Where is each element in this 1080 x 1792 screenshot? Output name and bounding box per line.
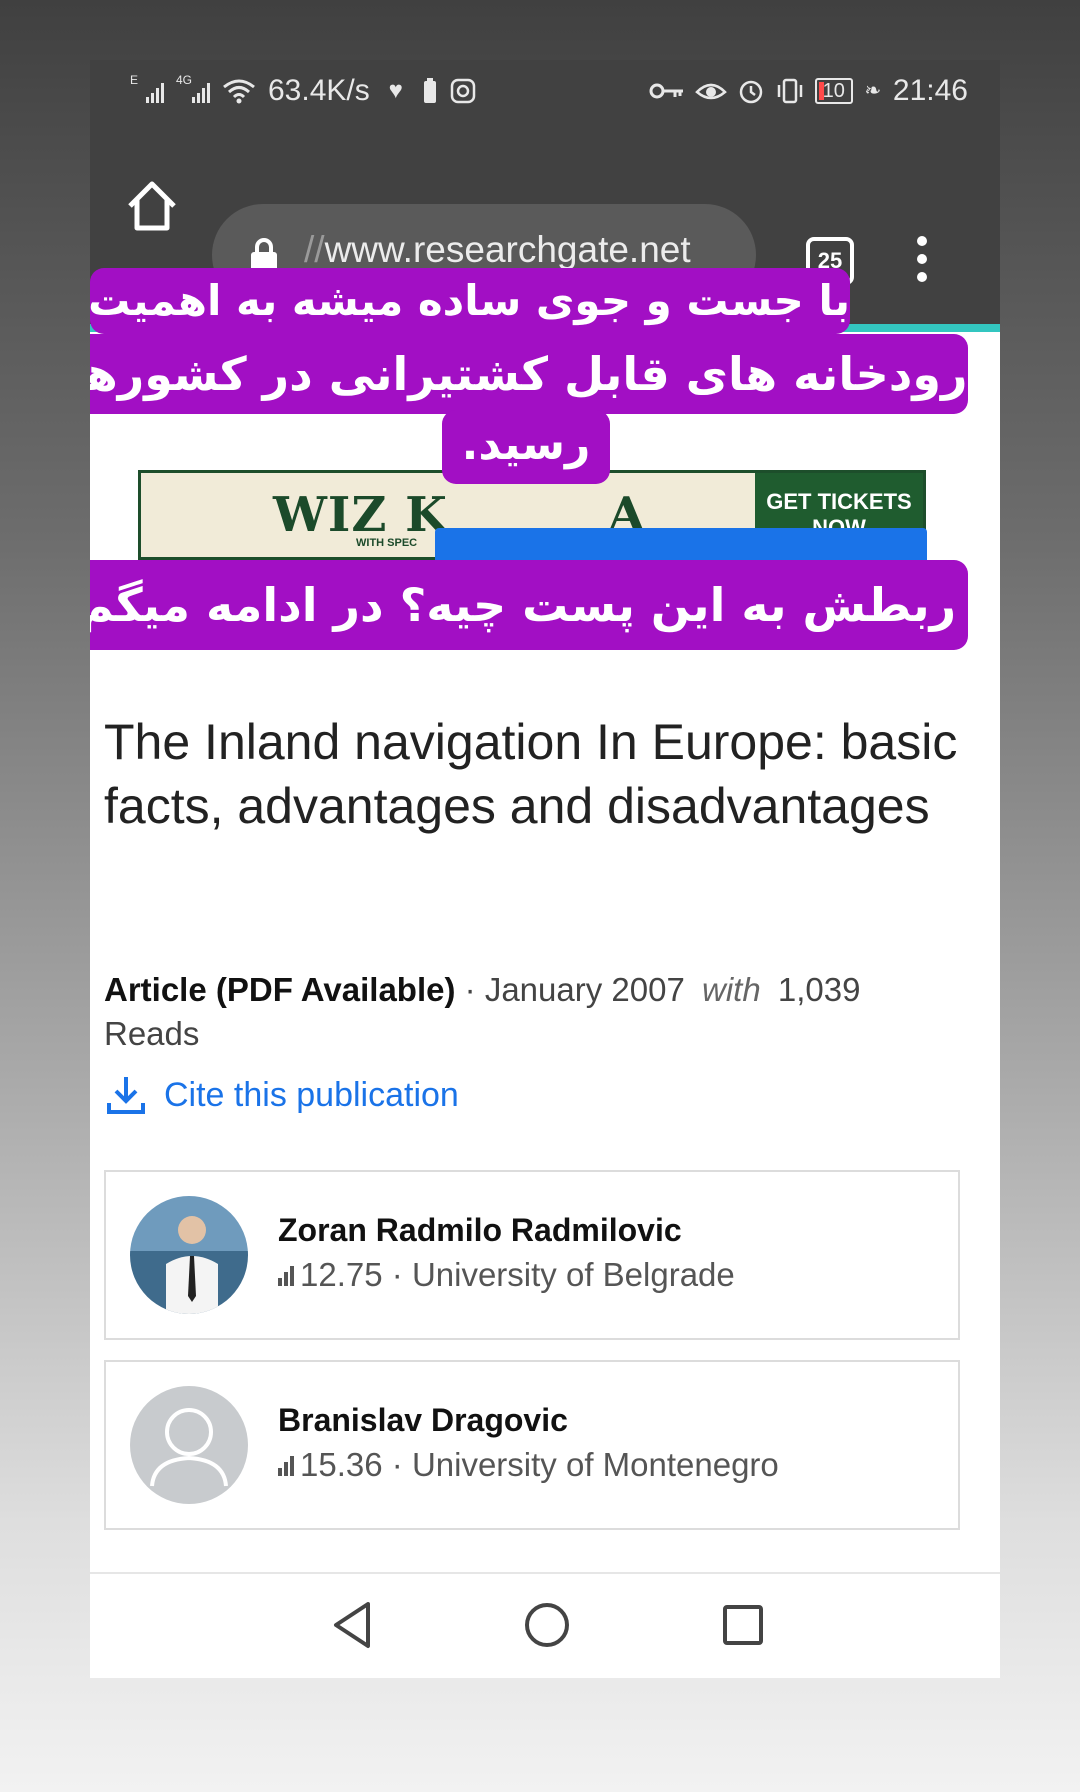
vibrate-icon <box>777 78 802 104</box>
ad-subtext: WITH SPEC <box>356 537 418 549</box>
battery-saver-icon <box>423 78 436 103</box>
url-prefix: // <box>304 229 325 270</box>
author-stats: 12.75 · University of Belgrade <box>278 1256 735 1294</box>
overlay-caption-line3: رسید. <box>442 410 610 484</box>
overlay-caption-line4: ربطش به این پست چیه؟ در ادامه میگم <box>90 560 968 650</box>
signal-icon: 4G <box>176 73 210 105</box>
leaf-icon: ❧ <box>864 80 882 102</box>
author-score: 15.36 <box>300 1446 383 1483</box>
lock-icon <box>251 238 277 271</box>
avatar <box>130 1196 248 1314</box>
with-label: with <box>701 971 761 1008</box>
download-icon <box>107 1077 145 1114</box>
signal-icon: E <box>130 73 164 105</box>
meta-separator: · <box>464 971 476 1008</box>
alarm-icon <box>739 80 762 104</box>
reads-label: Reads <box>104 1015 200 1052</box>
reads-count: 1,039 <box>777 971 861 1008</box>
score-icon <box>278 1454 294 1476</box>
system-nav-bar <box>90 1572 1000 1678</box>
heart-icon: ♥ <box>388 77 403 104</box>
article-date: January 2007 <box>484 971 685 1008</box>
phone-screen: E 4G 63.4K/s ♥ 10 ❧ 21:46 //www.research… <box>90 60 1000 1678</box>
overlay-caption-line1: با جست و جوی ساده میشه به اهمیت <box>90 268 850 334</box>
recents-icon[interactable] <box>722 1604 764 1646</box>
score-icon <box>278 1264 294 1286</box>
author-name[interactable]: Zoran Radmilo Radmilovic <box>278 1212 682 1249</box>
battery-level: 10 <box>822 80 845 102</box>
battery-icon: 10 <box>814 78 853 104</box>
author-card[interactable]: Zoran Radmilo Radmilovic 12.75 · Univers… <box>104 1170 960 1340</box>
instagram-icon <box>450 78 475 104</box>
home-circle-icon[interactable] <box>524 1602 570 1648</box>
url-text[interactable]: //www.researchgate.net <box>304 229 691 271</box>
ad-cta-line1: GET TICKETS <box>766 489 912 514</box>
cite-label: Cite this publication <box>164 1075 459 1114</box>
overlay-caption-line2: رودخانه های قابل کشتیرانی در کشورها <box>90 334 968 414</box>
author-stats: 15.36 · University of Montenegro <box>278 1446 779 1484</box>
status-right: 10 ❧ 21:46 <box>649 74 968 108</box>
wifi-icon <box>223 79 255 104</box>
status-bar: E 4G 63.4K/s ♥ 10 ❧ 21:46 <box>90 60 1000 124</box>
status-left: E 4G 63.4K/s ♥ <box>130 73 476 108</box>
back-icon[interactable] <box>330 1600 374 1650</box>
author-score: 12.75 <box>300 1256 383 1293</box>
author-name[interactable]: Branislav Dragovic <box>278 1402 568 1439</box>
clock: 21:46 <box>892 74 968 107</box>
article-title: The Inland navigation In Europe: basic f… <box>104 714 958 834</box>
author-institution: University of Belgrade <box>411 1256 735 1293</box>
overflow-menu-icon[interactable] <box>912 232 932 292</box>
key-icon <box>649 83 683 99</box>
url-domain: www.researchgate.net <box>324 229 691 270</box>
signal-label: 4G <box>176 73 193 87</box>
author-card[interactable]: Branislav Dragovic 15.36 · University of… <box>104 1360 960 1530</box>
avatar-placeholder-icon <box>130 1386 248 1504</box>
article-type: Article (PDF Available) <box>104 971 456 1008</box>
eye-icon <box>694 83 727 100</box>
signal-label: E <box>130 73 139 87</box>
author-institution: University of Montenegro <box>411 1446 779 1483</box>
article-meta: Article (PDF Available) · January 2007 w… <box>104 968 904 1056</box>
home-icon[interactable] <box>122 176 182 236</box>
network-speed: 63.4K/s <box>268 74 370 107</box>
cite-publication-link[interactable]: Cite this publication <box>104 1070 459 1120</box>
